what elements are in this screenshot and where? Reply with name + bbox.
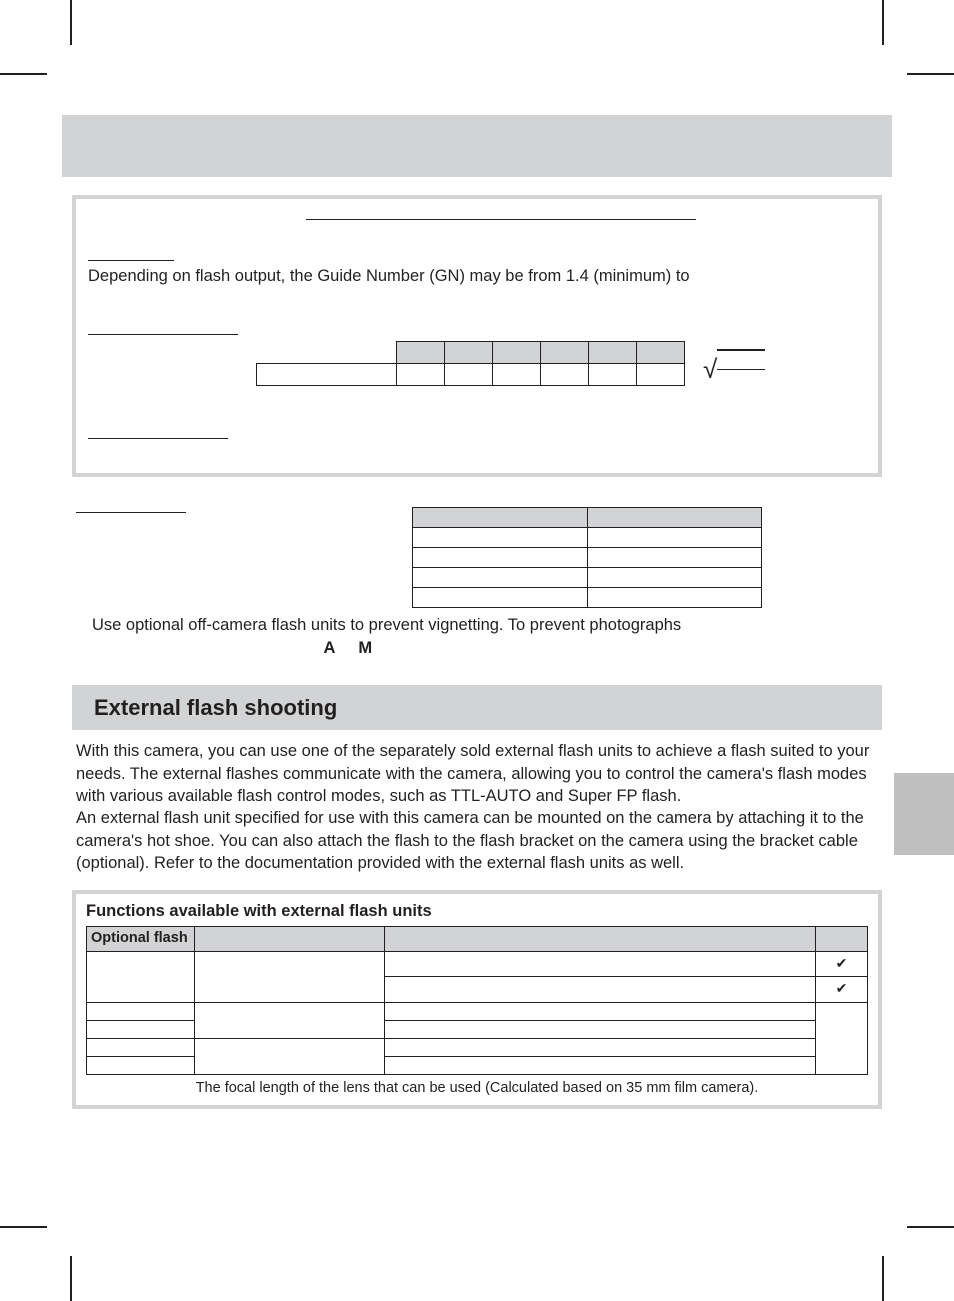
crop-mark <box>907 1226 954 1228</box>
spacer <box>72 507 402 608</box>
table-cell <box>385 951 816 977</box>
table-header-cell <box>413 508 588 528</box>
mode-m-label: M <box>358 639 372 657</box>
table-cell <box>195 1039 385 1075</box>
table-header-cell: Optional flash <box>87 927 195 952</box>
underline <box>88 411 228 439</box>
table-cell <box>587 588 762 608</box>
table-cell <box>587 548 762 568</box>
table-row-label <box>257 364 397 386</box>
blank-cell <box>257 342 397 364</box>
table-cell <box>385 1039 816 1057</box>
functions-title: Functions available with external flash … <box>86 900 868 922</box>
table-cell <box>589 364 637 386</box>
page-content: Depending on flash output, the Guide Num… <box>72 73 882 1228</box>
table-header-cell <box>541 342 589 364</box>
table-header-cell <box>195 927 385 952</box>
page-header-bar <box>62 115 892 177</box>
table-footnote: The focal length of the lens that can be… <box>86 1079 868 1099</box>
table-cell <box>413 548 588 568</box>
check-icon: ✔ <box>836 980 848 996</box>
tips-body-text: Depending on flash output, the Guide Num… <box>88 265 866 287</box>
check-icon: ✔ <box>836 955 848 971</box>
spacer <box>88 439 866 459</box>
table-cell <box>195 951 385 1002</box>
crop-mark <box>907 73 954 75</box>
crop-mark <box>882 1256 884 1301</box>
shooting-distance-row: √ <box>88 341 866 389</box>
table-cell <box>413 588 588 608</box>
note-text: Use optional off-camera flash units to p… <box>92 616 681 634</box>
caution-note: Use optional off-camera flash units to p… <box>72 614 882 659</box>
crop-mark <box>882 0 884 45</box>
table-cell <box>816 1003 868 1075</box>
table-header-cell <box>587 508 762 528</box>
table-cell <box>87 1003 195 1021</box>
chapter-tab <box>894 773 954 855</box>
iso-table <box>256 341 685 386</box>
table-cell <box>413 528 588 548</box>
table-cell <box>637 364 685 386</box>
table-cell <box>587 568 762 588</box>
table-cell: ✔ <box>816 977 868 1003</box>
fraction-line <box>717 369 765 370</box>
crop-mark <box>0 1226 47 1228</box>
table-cell <box>493 364 541 386</box>
underline <box>88 297 238 335</box>
gn-table <box>412 507 762 608</box>
table-header-cell <box>637 342 685 364</box>
sqrt-icon: √ <box>703 352 717 387</box>
crop-mark <box>70 1256 72 1301</box>
table-cell <box>385 1021 816 1039</box>
table-header-cell <box>589 342 637 364</box>
table-header-cell <box>385 927 816 952</box>
caution-row <box>72 507 882 608</box>
table-cell <box>195 1003 385 1039</box>
table-cell <box>587 528 762 548</box>
table-cell <box>385 1057 816 1075</box>
table-header-cell <box>493 342 541 364</box>
body-paragraph: With this camera, you can use one of the… <box>72 740 882 807</box>
section-heading: External flash shooting <box>72 685 882 731</box>
functions-table: Optional flash ✔ ✔ <box>86 926 868 1075</box>
functions-callout: Functions available with external flash … <box>72 890 882 1109</box>
table-cell <box>385 1003 816 1021</box>
table-cell <box>541 364 589 386</box>
table-header-cell <box>397 342 445 364</box>
table-cell <box>87 951 195 1002</box>
underline <box>88 211 174 261</box>
body-paragraph: An external flash unit specified for use… <box>72 807 882 874</box>
table-cell: ✔ <box>816 951 868 977</box>
mode-a-label: A <box>323 639 335 657</box>
table-cell <box>445 364 493 386</box>
tips-callout: Depending on flash output, the Guide Num… <box>72 195 882 477</box>
fraction <box>717 349 765 389</box>
table-cell <box>385 977 816 1003</box>
table-cell <box>87 1039 195 1057</box>
underline <box>306 219 696 220</box>
table-cell <box>413 568 588 588</box>
table-cell <box>87 1057 195 1075</box>
crop-mark <box>0 73 47 75</box>
table-header-cell <box>816 927 868 952</box>
table-header-cell <box>445 342 493 364</box>
crop-mark <box>70 0 72 45</box>
table-cell <box>397 364 445 386</box>
table-cell <box>87 1021 195 1039</box>
sqrt-formula: √ <box>703 349 765 389</box>
